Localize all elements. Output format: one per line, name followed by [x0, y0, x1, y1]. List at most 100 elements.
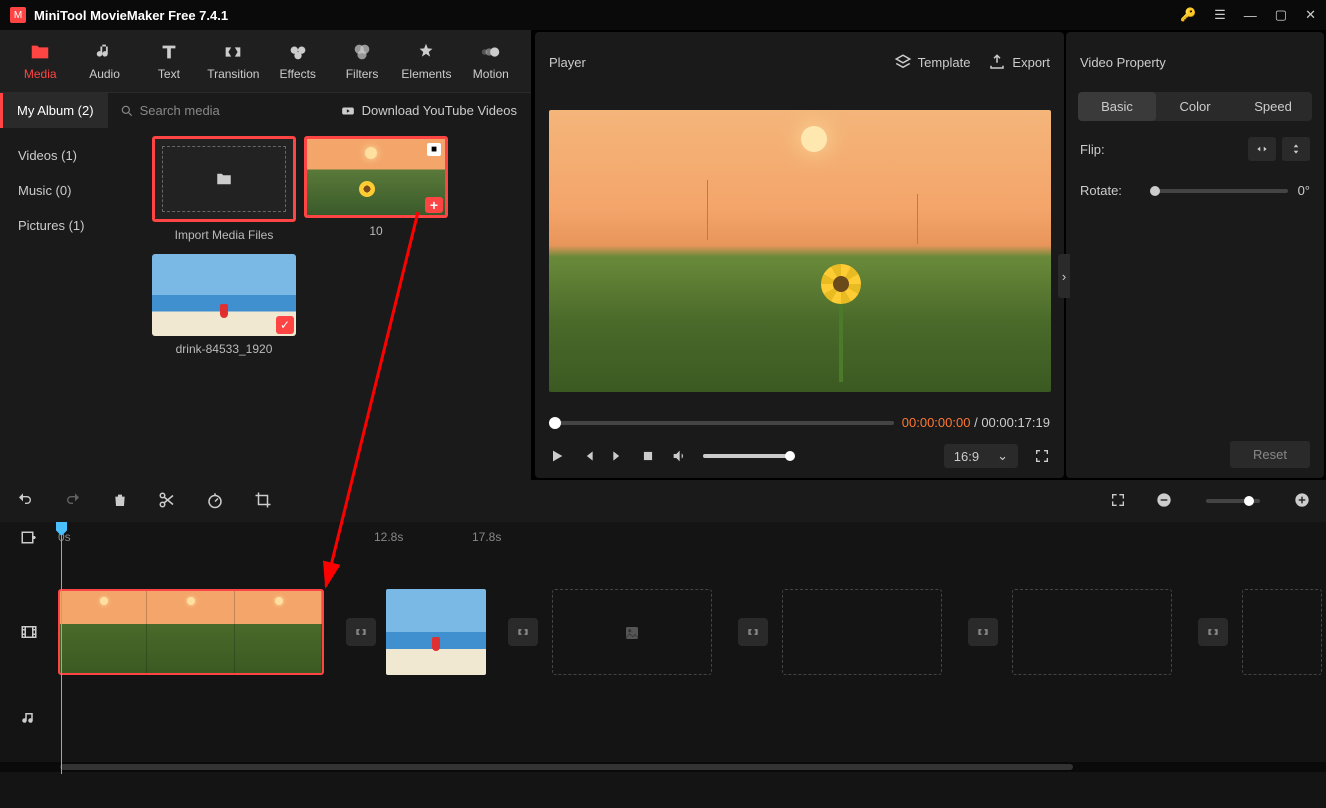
player-title: Player	[549, 55, 876, 70]
prop-tab-basic[interactable]: Basic	[1078, 92, 1156, 121]
import-media-label: Import Media Files	[175, 228, 274, 242]
aspect-ratio-value: 16:9	[954, 449, 979, 464]
redo-button[interactable]	[64, 492, 82, 511]
empty-clip-slot[interactable]	[1242, 589, 1322, 675]
tab-effects[interactable]: Effects	[266, 36, 330, 86]
rotate-slider[interactable]	[1150, 189, 1288, 193]
add-track-button[interactable]	[20, 530, 38, 551]
player-duration: 00:00:17:19	[981, 415, 1050, 430]
play-button[interactable]	[549, 448, 565, 464]
close-button[interactable]: ✕	[1305, 7, 1316, 23]
transition-icon	[222, 41, 244, 63]
sidebar-item-music[interactable]: Music (0)	[0, 173, 146, 208]
flip-vertical-button[interactable]	[1282, 137, 1310, 161]
tab-elements[interactable]: Elements	[394, 36, 458, 86]
template-label: Template	[918, 55, 971, 70]
export-label: Export	[1012, 55, 1050, 70]
audio-icon	[94, 41, 116, 63]
volume-slider[interactable]	[703, 454, 793, 458]
flip-horizontal-button[interactable]	[1248, 137, 1276, 161]
add-clip-button[interactable]: +	[425, 197, 443, 213]
fit-timeline-button[interactable]	[1110, 492, 1126, 511]
tab-audio-label: Audio	[89, 67, 120, 81]
music-track-body[interactable]	[58, 676, 1326, 762]
tab-motion[interactable]: Motion	[459, 36, 523, 86]
tab-audio[interactable]: Audio	[72, 36, 136, 86]
menu-icon[interactable]: ☰	[1214, 7, 1226, 23]
zoom-out-button[interactable]	[1156, 492, 1172, 511]
app-logo: M	[10, 7, 26, 23]
transition-slot-1[interactable]	[346, 618, 376, 646]
empty-clip-slot[interactable]	[1012, 589, 1172, 675]
empty-clip-slot[interactable]	[552, 589, 712, 675]
tab-text-label: Text	[158, 67, 180, 81]
prev-frame-button[interactable]	[581, 449, 595, 463]
undo-button[interactable]	[16, 492, 34, 511]
media-clip-label-2: drink-84533_1920	[176, 342, 273, 356]
filters-icon	[351, 41, 373, 63]
music-track-icon	[20, 710, 38, 728]
prop-tab-speed[interactable]: Speed	[1234, 92, 1312, 121]
template-icon	[894, 53, 912, 71]
reset-button[interactable]: Reset	[1230, 441, 1310, 468]
video-badge-icon: ■	[427, 143, 441, 156]
timeline-clip-beach[interactable]	[386, 589, 486, 675]
folder-icon	[29, 41, 51, 63]
tab-text[interactable]: Text	[137, 36, 201, 86]
key-icon[interactable]: 🔑	[1180, 7, 1196, 23]
text-icon	[158, 41, 180, 63]
export-button[interactable]: Export	[988, 53, 1050, 71]
delete-button[interactable]	[112, 491, 128, 512]
prop-tab-color[interactable]: Color	[1156, 92, 1234, 121]
tab-filters-label: Filters	[346, 67, 379, 81]
timeline-scrollbar[interactable]	[60, 764, 1073, 770]
split-button[interactable]	[158, 491, 176, 512]
tab-media-label: Media	[24, 67, 57, 81]
rotate-label: Rotate:	[1080, 183, 1140, 198]
transition-slot-5[interactable]	[1198, 618, 1228, 646]
tab-transition-label: Transition	[207, 67, 259, 81]
transition-slot-4[interactable]	[968, 618, 998, 646]
tab-transition[interactable]: Transition	[201, 36, 265, 86]
player-current-time: 00:00:00:00	[902, 415, 971, 430]
crop-button[interactable]	[254, 491, 272, 512]
download-youtube-label: Download YouTube Videos	[362, 103, 517, 118]
volume-button[interactable]	[671, 448, 687, 464]
my-album-tab[interactable]: My Album (2)	[0, 93, 108, 128]
transition-slot-3[interactable]	[738, 618, 768, 646]
speed-button[interactable]	[206, 491, 224, 512]
maximize-button[interactable]: ▢	[1275, 7, 1287, 23]
minimize-button[interactable]: —	[1244, 8, 1257, 23]
stop-button[interactable]	[641, 449, 655, 463]
sidebar-item-pictures[interactable]: Pictures (1)	[0, 208, 146, 243]
transition-slot-2[interactable]	[508, 618, 538, 646]
media-clip-drink[interactable]: ✓	[152, 254, 296, 336]
folder-import-icon	[213, 170, 235, 188]
import-media-button[interactable]	[152, 136, 296, 222]
effects-icon	[287, 41, 309, 63]
timeline-ruler[interactable]: 0s 12.8s 17.8s	[58, 522, 1326, 558]
youtube-icon	[340, 104, 356, 118]
zoom-in-button[interactable]	[1294, 492, 1310, 511]
player-seek-slider[interactable]	[549, 421, 894, 425]
zoom-slider[interactable]	[1206, 499, 1260, 503]
check-icon: ✓	[276, 316, 294, 334]
next-frame-button[interactable]	[611, 449, 625, 463]
sidebar-item-videos[interactable]: Videos (1)	[0, 138, 146, 173]
player-preview	[549, 110, 1051, 392]
ruler-tick: 17.8s	[472, 530, 501, 544]
expand-panel-button[interactable]: ›	[1058, 254, 1070, 298]
timeline-clip-sunflower[interactable]	[58, 589, 324, 675]
search-icon	[120, 104, 134, 118]
aspect-ratio-select[interactable]: 16:9 ⌄	[944, 444, 1018, 468]
ruler-tick: 12.8s	[374, 530, 403, 544]
fullscreen-button[interactable]	[1034, 448, 1050, 464]
playhead[interactable]	[61, 522, 62, 774]
media-clip-sunflower[interactable]: ■ +	[304, 136, 448, 218]
download-youtube-button[interactable]: Download YouTube Videos	[326, 103, 531, 118]
tab-media[interactable]: Media	[8, 36, 72, 86]
template-button[interactable]: Template	[894, 53, 971, 71]
search-input[interactable]: Search media	[108, 103, 326, 118]
tab-filters[interactable]: Filters	[330, 36, 394, 86]
empty-clip-slot[interactable]	[782, 589, 942, 675]
